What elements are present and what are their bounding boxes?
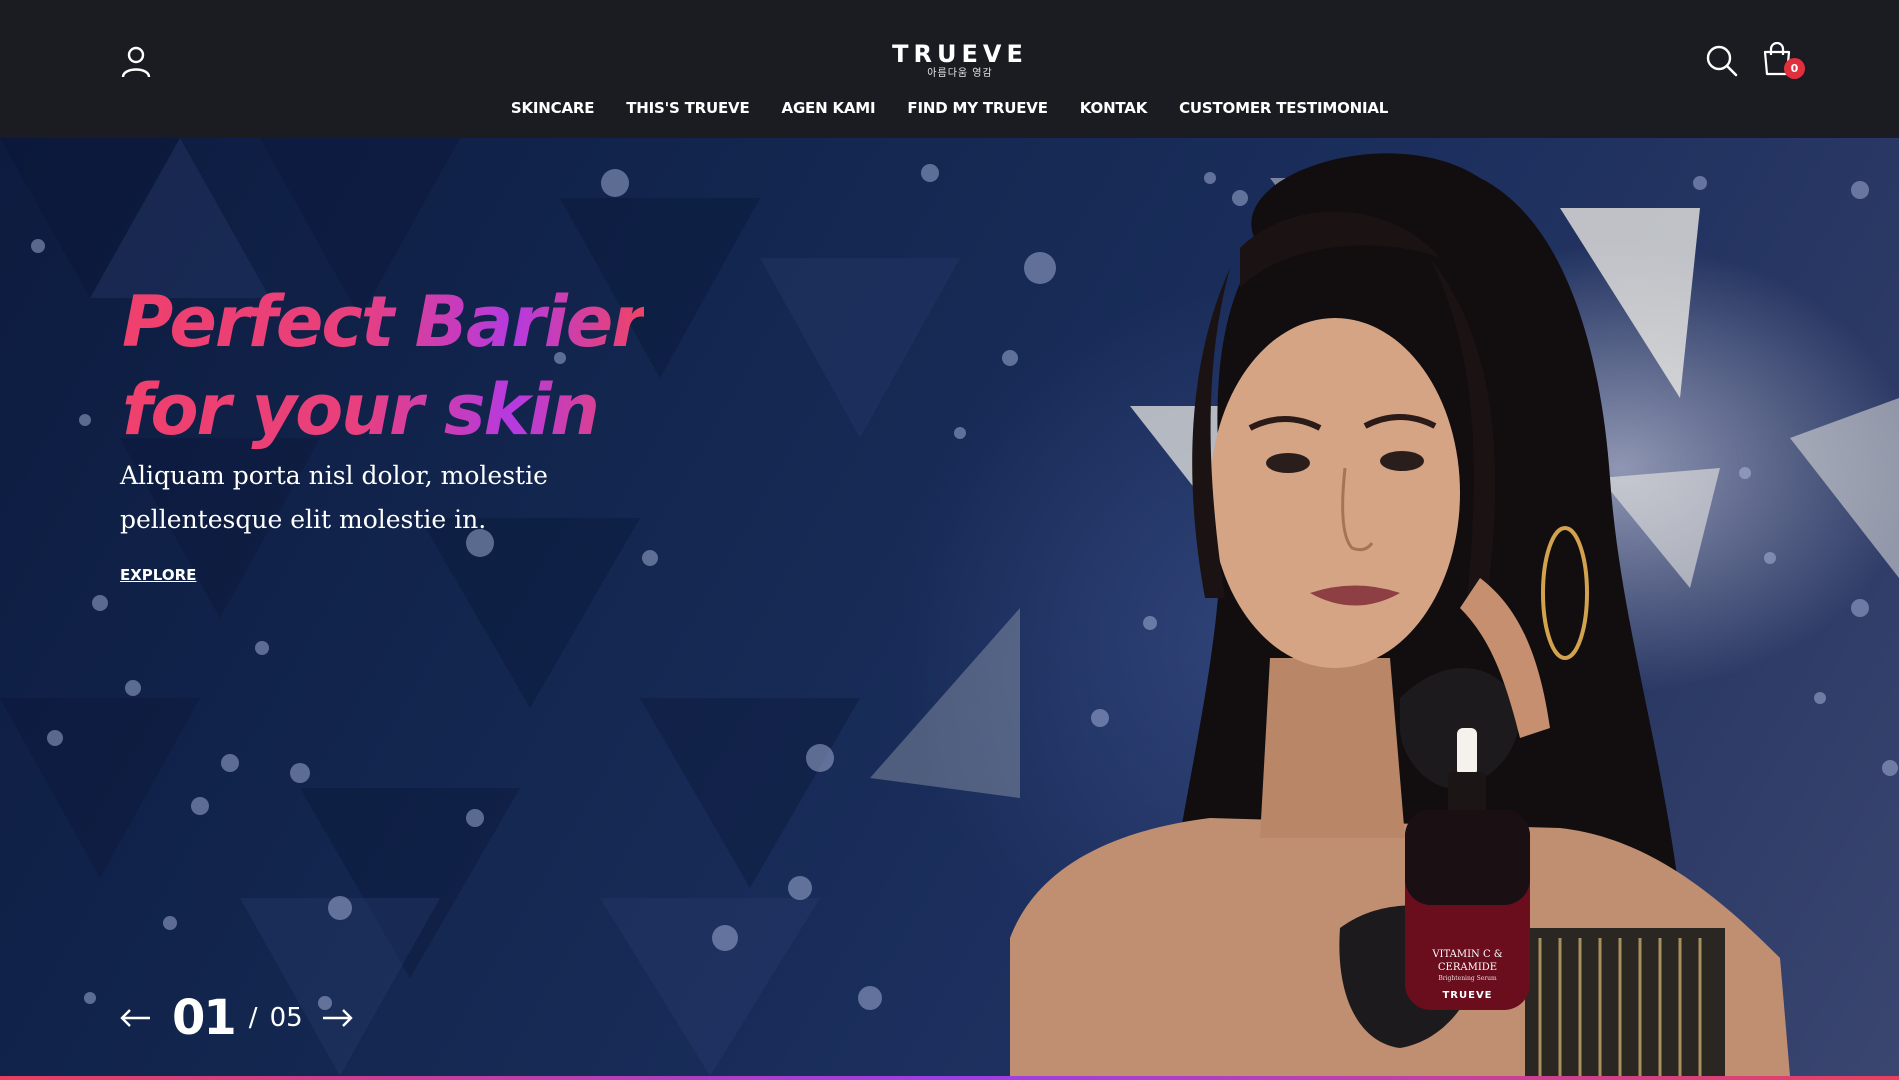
nav-item-find-my-trueve[interactable]: FIND MY TRUEVE: [907, 96, 1048, 120]
product-name: VITAMIN C & CERAMIDE: [1432, 949, 1503, 973]
nav-item-agen-kami[interactable]: AGEN KAMI: [782, 96, 876, 120]
logo-tagline: 아름다움 영감: [927, 68, 993, 79]
account-button[interactable]: [118, 44, 154, 80]
product-brand: TRUEVE: [1442, 990, 1493, 1001]
arrow-left-icon: [120, 1009, 150, 1027]
product-label: VITAMIN C & CERAMIDE Brightening Serum T…: [1405, 948, 1530, 1001]
hero-title-line-1: Perfect Barier: [122, 281, 644, 363]
nav-item-kontak[interactable]: KONTAK: [1080, 96, 1148, 120]
search-icon: [1706, 45, 1738, 77]
slide-separator: /: [248, 1003, 258, 1033]
nav-item-thiss-trueve[interactable]: THIS'S TRUEVE: [626, 96, 749, 120]
model-photo: [1010, 153, 1790, 1076]
explore-link[interactable]: EXPLORE: [120, 566, 196, 584]
cart-count-badge: 0: [1784, 58, 1805, 79]
product-type: Brightening Serum: [1438, 975, 1497, 982]
prev-slide-button[interactable]: [120, 1006, 156, 1030]
hero-title: Perfect Barier for your skin: [122, 278, 644, 454]
arrow-right-icon: [322, 1009, 353, 1027]
hero-title-line-2: for your skin: [122, 369, 598, 451]
hero-progress-bar: [0, 1076, 1899, 1080]
slider-pager: 01 / 05: [120, 988, 357, 1048]
hero-subtitle: Aliquam porta nisl dolor, molestie pelle…: [120, 461, 548, 534]
search-button[interactable]: [1705, 44, 1739, 78]
main-nav: SKINCARE THIS'S TRUEVE AGEN KAMI FIND MY…: [0, 96, 1899, 120]
user-icon: [121, 46, 151, 78]
total-slides: 05: [269, 1003, 303, 1033]
hero-slider: VITAMIN C & CERAMIDE Brightening Serum T…: [0, 138, 1899, 1076]
brand-logo[interactable]: TRUEVE 아름다움 영감: [880, 40, 1040, 80]
nav-item-skincare[interactable]: SKINCARE: [511, 96, 595, 120]
cart-button[interactable]: 0: [1762, 41, 1805, 82]
logo-wordmark: TRUEVE: [892, 40, 1028, 68]
nav-item-customer-testimonial[interactable]: CUSTOMER TESTIMONIAL: [1179, 96, 1388, 120]
site-header: TRUEVE 아름다움 영감 0 SKINCARE THIS'S TRUEVE …: [0, 0, 1899, 138]
next-slide-button[interactable]: [321, 1006, 357, 1030]
current-slide-number: 01: [172, 990, 237, 1046]
